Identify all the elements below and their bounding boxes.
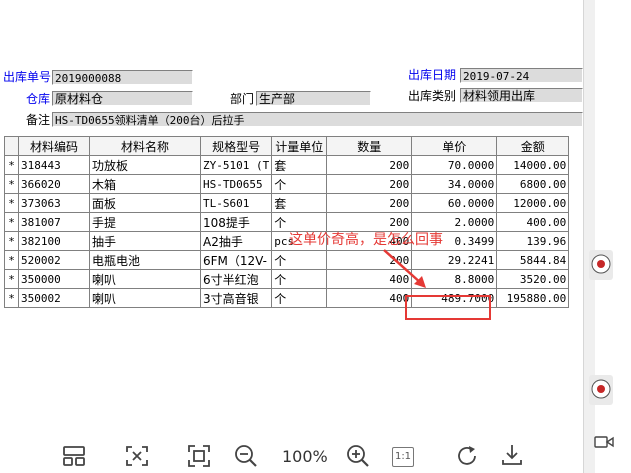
cell-name[interactable]: 木箱 <box>89 174 201 194</box>
row-indicator: * <box>4 193 19 213</box>
detail-table: 材料编码 材料名称 规格型号 计量单位 数量 单价 金额 * 318443 功放… <box>4 136 570 308</box>
cell-unit[interactable]: 个 <box>271 250 328 270</box>
remark-field[interactable]: HS-TD0655领料清单（200台）后拉手 <box>52 112 583 127</box>
table-row[interactable]: * 366020 木箱 HS-TD0655 个 200 34.0000 6800… <box>4 174 570 194</box>
cell-unit[interactable]: 个 <box>271 174 328 194</box>
cell-code[interactable]: 373063 <box>18 193 90 213</box>
cell-unit[interactable]: 套 <box>271 193 328 213</box>
row-indicator: * <box>4 250 19 270</box>
table-header-row: 材料编码 材料名称 规格型号 计量单位 数量 单价 金额 <box>4 136 570 156</box>
fullscreen-icon[interactable] <box>187 444 211 468</box>
cell-price[interactable]: 34.0000 <box>411 174 498 194</box>
cell-spec[interactable]: 108提手 <box>199 212 273 232</box>
thumbnail-image-icon <box>591 254 611 274</box>
row-indicator: * <box>4 174 19 194</box>
cell-code[interactable]: 366020 <box>18 174 90 194</box>
cell-price[interactable]: 70.0000 <box>411 155 498 175</box>
col-header-qty[interactable]: 数量 <box>326 136 413 156</box>
out-no-field[interactable]: 2019000088 <box>52 70 193 85</box>
col-header-name[interactable]: 材料名称 <box>89 136 201 156</box>
table-row[interactable]: * 520002 电瓶电池 6FM（12V- 个 200 29.2241 584… <box>4 250 570 270</box>
table-row[interactable]: * 381007 手提 108提手 个 200 2.0000 400.00 <box>4 212 570 232</box>
zoom-in-icon[interactable] <box>345 443 371 469</box>
rotate-icon[interactable] <box>455 444 479 468</box>
cell-price[interactable]: 60.0000 <box>411 193 498 213</box>
out-type-label: 出库类别 <box>408 89 457 103</box>
cell-name[interactable]: 抽手 <box>89 231 201 251</box>
out-date-label: 出库日期 <box>408 68 457 82</box>
cell-spec[interactable]: 6FM（12V- <box>199 250 273 270</box>
cell-spec[interactable]: A2抽手 <box>199 231 273 251</box>
fit-width-icon[interactable] <box>125 444 149 468</box>
col-header-amount[interactable]: 金额 <box>496 136 570 156</box>
cell-amount[interactable]: 400.00 <box>496 212 570 232</box>
row-indicator: * <box>4 212 19 232</box>
cell-amount[interactable]: 5844.84 <box>496 250 570 270</box>
table-row[interactable]: * 318443 功放板 ZY-5101 (T 套 200 70.0000 14… <box>4 155 570 175</box>
cell-unit[interactable]: 个 <box>271 269 328 289</box>
row-indicator: * <box>4 155 19 175</box>
cell-spec[interactable]: TL-S601 <box>199 193 273 213</box>
thumbnail-image-icon <box>591 379 611 399</box>
cell-amount[interactable]: 139.96 <box>496 231 570 251</box>
cell-name[interactable]: 喇叭 <box>89 288 201 308</box>
cell-unit[interactable]: 个 <box>271 288 328 308</box>
cell-unit[interactable]: 套 <box>271 155 328 175</box>
warehouse-label: 仓库 <box>26 92 51 106</box>
layout-icon[interactable] <box>62 444 86 468</box>
table-row[interactable]: * 350000 喇叭 6寸半红泡 个 400 8.8000 3520.00 <box>4 269 570 289</box>
table-row[interactable]: * 382100 抽手 A2抽手 pcs 400 0.3499 139.96 <box>4 231 570 251</box>
col-header-code[interactable]: 材料编码 <box>18 136 90 156</box>
warehouse-field[interactable]: 原材料仓 <box>52 91 193 106</box>
zoom-level: 100% <box>282 447 328 466</box>
actual-size-button[interactable]: 1:1 <box>392 447 414 467</box>
cell-code[interactable]: 381007 <box>18 212 90 232</box>
cell-amount[interactable]: 12000.00 <box>496 193 570 213</box>
col-header-spec[interactable]: 规格型号 <box>199 136 273 156</box>
cell-code[interactable]: 350000 <box>18 269 90 289</box>
cell-name[interactable]: 喇叭 <box>89 269 201 289</box>
cell-name[interactable]: 面板 <box>89 193 201 213</box>
row-indicator: * <box>4 269 19 289</box>
cell-name[interactable]: 功放板 <box>89 155 201 175</box>
dept-field[interactable]: 生产部 <box>256 91 371 106</box>
download-icon[interactable] <box>500 443 524 467</box>
dept-label: 部门 <box>230 92 255 106</box>
zoom-out-icon[interactable] <box>233 443 259 469</box>
thumbnail-2[interactable] <box>589 375 613 405</box>
cell-qty[interactable]: 200 <box>326 174 413 194</box>
cell-spec[interactable]: 3寸高音银 <box>199 288 273 308</box>
cell-code[interactable]: 520002 <box>18 250 90 270</box>
cell-code[interactable]: 318443 <box>18 155 90 175</box>
remark-label: 备注 <box>26 113 51 127</box>
cell-spec[interactable]: 6寸半红泡 <box>199 269 273 289</box>
cell-spec[interactable]: HS-TD0655 <box>199 174 273 194</box>
cell-code[interactable]: 350002 <box>18 288 90 308</box>
table-row[interactable]: * 373063 面板 TL-S601 套 200 60.0000 12000.… <box>4 193 570 213</box>
col-header-indicator[interactable] <box>4 136 19 156</box>
cell-qty[interactable]: 200 <box>326 193 413 213</box>
cell-name[interactable]: 手提 <box>89 212 201 232</box>
cell-amount[interactable]: 3520.00 <box>496 269 570 289</box>
out-date-field[interactable]: 2019-07-24 <box>460 68 583 83</box>
cell-amount[interactable]: 14000.00 <box>496 155 570 175</box>
cell-qty[interactable]: 200 <box>326 155 413 175</box>
cell-amount[interactable]: 6800.00 <box>496 174 570 194</box>
col-header-price[interactable]: 单价 <box>411 136 498 156</box>
cell-code[interactable]: 382100 <box>18 231 90 251</box>
col-header-unit[interactable]: 计量单位 <box>271 136 328 156</box>
annotation-arrow-icon <box>383 249 426 288</box>
row-indicator: * <box>4 288 19 308</box>
thumbnail-1[interactable] <box>589 250 613 280</box>
highlight-box <box>405 295 491 320</box>
row-indicator: * <box>4 231 19 251</box>
cell-amount[interactable]: 195880.00 <box>496 288 570 308</box>
cell-spec[interactable]: ZY-5101 (T <box>199 155 273 175</box>
out-no-label: 出库单号 <box>3 70 52 84</box>
video-icon[interactable] <box>594 434 614 450</box>
out-type-field[interactable]: 材料领用出库 <box>460 88 583 103</box>
cell-name[interactable]: 电瓶电池 <box>89 250 201 270</box>
